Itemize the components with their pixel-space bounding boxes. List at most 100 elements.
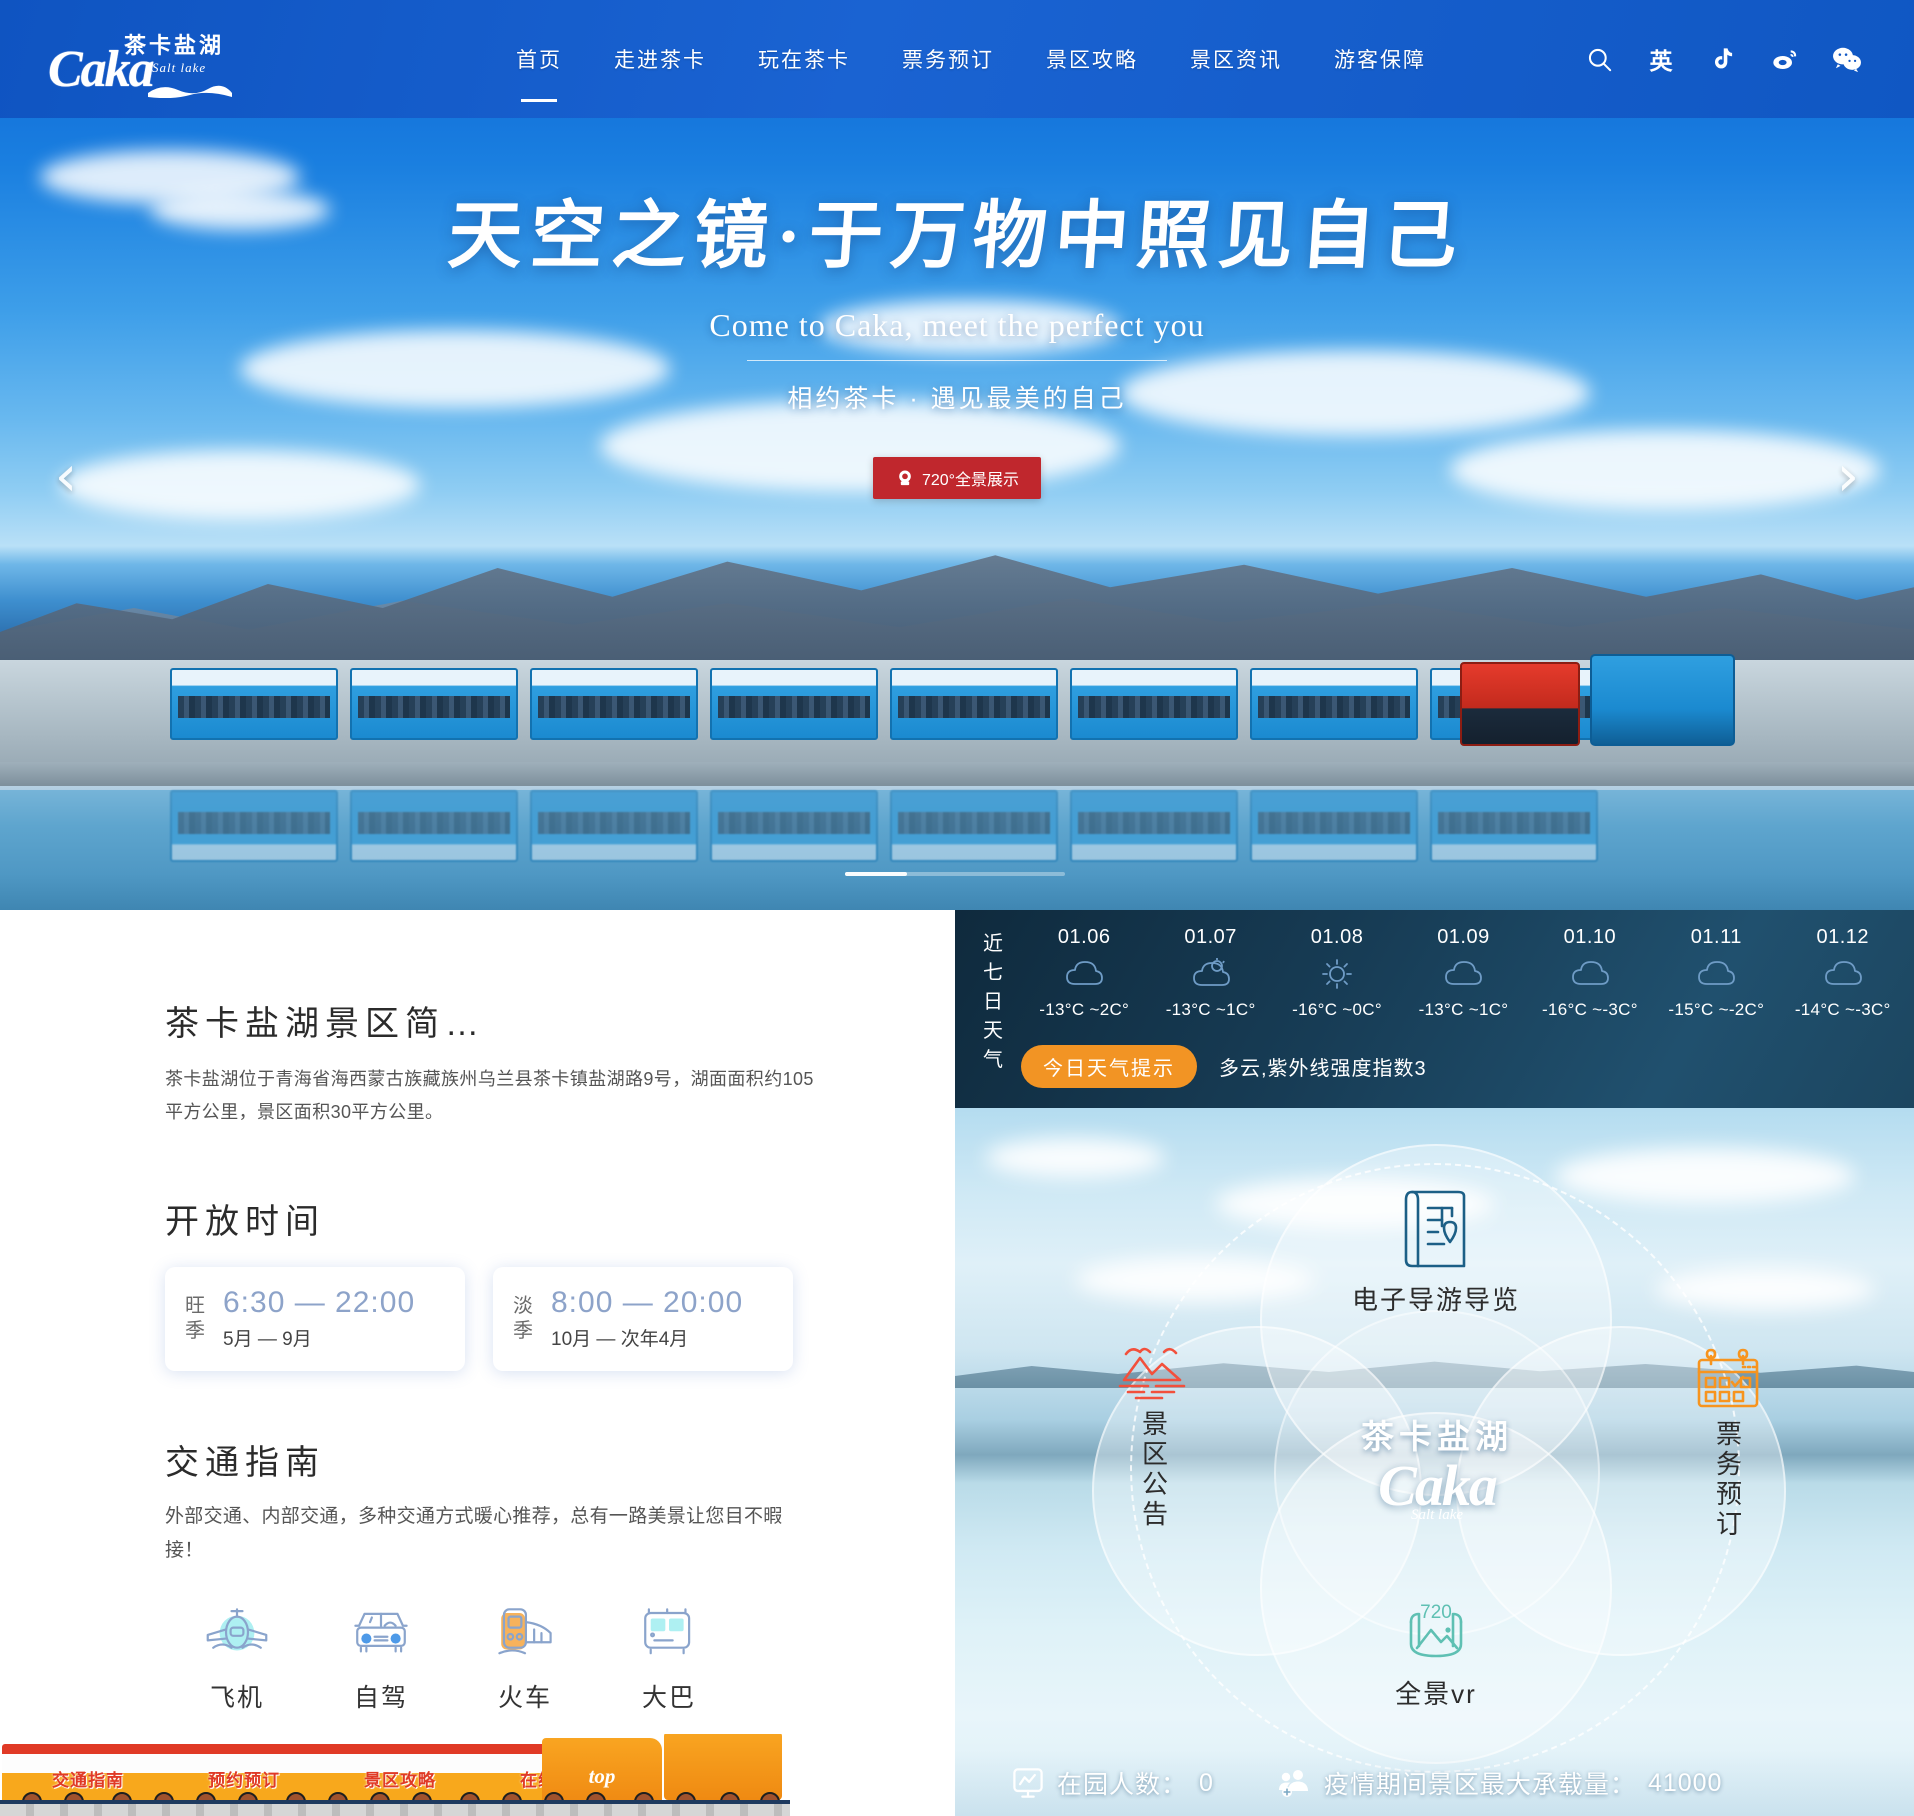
weather-day-list: 01.06 -13°C ~2C° 01.07 -13°C ~1C° 01.08 … — [1021, 926, 1906, 1020]
logo-english-text: Salt lake — [152, 60, 207, 75]
transport-mode-bus[interactable]: 大巴 — [597, 1602, 741, 1714]
center-logo-en: Salt lake — [1410, 1507, 1464, 1523]
traffic-description: 外部交通、内部交通，多种交通方式暖心推荐，总有一路美景让您目不暇接！ — [165, 1505, 783, 1561]
weather-date: 01.07 — [1184, 926, 1237, 948]
cloudy-icon — [1824, 961, 1862, 985]
carousel-progress[interactable] — [845, 872, 1065, 876]
opening-hours-card-peak: 旺季 6:30 — 22:00 5月 — 9月 — [165, 1266, 465, 1371]
opening-hours-list: 旺季 6:30 — 22:00 5月 — 9月 淡季 8:00 — 20:00 … — [165, 1266, 955, 1371]
nav-item-guide[interactable]: 景区攻略 — [1020, 44, 1164, 74]
nav-item-tickets[interactable]: 票务预订 — [876, 44, 1020, 74]
menu-label-ticket: 票务预订 — [1712, 1420, 1743, 1540]
season-label-peak: 旺季 — [185, 1294, 206, 1342]
nav-item-play[interactable]: 玩在茶卡 — [732, 44, 876, 74]
feature-circle-menu: 茶卡盐湖 Caka Salt lake 电子导游导览 景区公告 票务预订 720… — [1092, 1144, 1786, 1778]
weather-day: 01.09 -13°C ~1C° — [1400, 926, 1526, 1020]
vr-panorama-button[interactable]: 720°全景展示 — [873, 457, 1041, 499]
site-logo[interactable]: Caka 茶卡盐湖 Salt lake — [48, 18, 232, 98]
cloudy-icon — [1066, 961, 1104, 985]
weather-day: 01.10 -16°C ~-3C° — [1527, 926, 1653, 1020]
status-bar: 在园人数： 0 疫情期间景区最大承载量： 41000 — [955, 1750, 1914, 1816]
weather-day: 01.11 -15°C ~-2C° — [1653, 926, 1779, 1020]
transport-mode-train[interactable]: 火车 — [453, 1602, 597, 1714]
traffic-title: 交通指南 — [165, 1443, 325, 1482]
transport-mode-car[interactable]: 自驾 — [309, 1602, 453, 1714]
menu-label-notice: 景区公告 — [1138, 1410, 1169, 1530]
menu-label-e-guide: 电子导游导览 — [1351, 1285, 1520, 1315]
weather-temp: -14°C ~-3C° — [1794, 1000, 1891, 1019]
weather-date: 01.09 — [1437, 926, 1490, 948]
opening-hours-title: 开放时间 — [165, 1202, 325, 1241]
menu-item-vr[interactable]: 720 全景vr — [1316, 1600, 1556, 1711]
transport-label-car: 自驾 — [353, 1683, 408, 1712]
weather-temp: -15°C ~-2C° — [1668, 1000, 1765, 1019]
capacity-value: 41000 — [1647, 1768, 1723, 1797]
quicknav-traffic[interactable]: 交通指南 — [2, 1766, 174, 1791]
menu-item-e-guide[interactable]: 电子导游导览 — [1286, 1186, 1586, 1317]
logo-chinese-text: 茶卡盐湖 — [124, 33, 225, 58]
weather-temp: -13°C ~1C° — [1418, 1000, 1509, 1019]
weather-tip-text: 多云,紫外线强度指数3 — [1219, 1058, 1427, 1080]
douyin-icon[interactable] — [1708, 44, 1738, 74]
plane-icon — [206, 1608, 268, 1651]
carousel-next-arrow[interactable]: › — [1826, 440, 1870, 514]
season-label-off: 淡季 — [513, 1294, 534, 1342]
sunny-icon — [1322, 959, 1352, 989]
intro-description: 茶卡盐湖位于青海省海西蒙古族藏族州乌兰县茶卡镇盐湖路9号，湖面面积约105平方公… — [165, 1069, 814, 1123]
camera-icon — [899, 470, 911, 486]
weather-day: 01.08 -16°C ~0C° — [1274, 926, 1400, 1020]
bus-icon — [644, 1608, 691, 1655]
carousel-prev-arrow[interactable]: ‹ — [44, 440, 88, 514]
weather-date: 01.08 — [1310, 926, 1364, 948]
cloudy-icon — [1698, 961, 1736, 985]
weather-date: 01.11 — [1690, 926, 1742, 948]
nav-item-home[interactable]: 首页 — [490, 44, 588, 74]
intro-panel: 茶卡盐湖景区简… 茶卡盐湖位于青海省海西蒙古族藏族州乌兰县茶卡镇盐湖路9号，湖面… — [0, 910, 955, 1816]
menu-item-notice[interactable]: 景区公告 — [1080, 1342, 1228, 1530]
menu-item-ticket[interactable]: 票务预订 — [1654, 1348, 1802, 1540]
hero-title: 天空之镜·于万物中照见自己 — [445, 196, 1468, 278]
transport-label-train: 火车 — [497, 1683, 552, 1712]
transport-label-bus: 大巴 — [641, 1683, 696, 1712]
nav-item-news[interactable]: 景区资讯 — [1164, 44, 1308, 74]
language-icon[interactable]: 英 — [1646, 44, 1676, 74]
visitor-count-label: 在园人数： — [1057, 1771, 1188, 1799]
train-track — [0, 1800, 790, 1816]
weather-tip-row: 今日天气提示 多云,紫外线强度指数3 — [1021, 1045, 1427, 1088]
weather-temp: -16°C ~-3C° — [1542, 1000, 1638, 1019]
right-panel: 近七日天气 01.06 -13°C ~2C° 01.07 -13°C ~1C° … — [955, 910, 1914, 1816]
wave-icon — [148, 85, 232, 98]
train-reflection — [170, 790, 1770, 862]
weather-date: 01.06 — [1057, 926, 1111, 948]
people-capacity-icon — [1278, 1770, 1308, 1797]
hero-subtitle-cn: 相约茶卡 · 遇见最美的自己 — [787, 385, 1127, 413]
transport-mode-plane[interactable]: 飞机 — [165, 1602, 309, 1714]
wechat-icon[interactable] — [1832, 44, 1862, 74]
visitor-count: 在园人数： 0 — [1011, 1765, 1214, 1801]
cloudy-icon — [1571, 961, 1609, 985]
capacity-label: 疫情期间景区最大承载量： — [1323, 1771, 1636, 1799]
weather-tip-button[interactable]: 今日天气提示 — [1021, 1045, 1197, 1088]
site-header: Caka 茶卡盐湖 Salt lake 首页 走进茶卡 玩在茶卡 票务预订 景区… — [0, 0, 1914, 118]
quicknav-booking[interactable]: 预约预订 — [158, 1766, 330, 1791]
car-icon — [354, 1612, 408, 1653]
hero-banner: 天空之镜·于万物中照见自己 Come to Caka, meet the per… — [0, 0, 1914, 910]
transport-modes: 飞机 自驾 火车 大巴 — [165, 1602, 955, 1714]
weather-day: 01.06 -13°C ~2C° — [1021, 926, 1147, 1020]
map-guide-icon — [1404, 1190, 1466, 1268]
hero-subtitle-en: Come to Caka, meet the perfect you — [709, 307, 1205, 343]
hours-months-peak: 5月 — 9月 — [223, 1329, 312, 1351]
weather-side-label: 近七日天气 — [983, 933, 1003, 1071]
carousel-progress-fill — [845, 872, 907, 876]
nav-item-about[interactable]: 走进茶卡 — [588, 44, 732, 74]
sightseeing-train — [170, 654, 1770, 750]
weather-date: 01.12 — [1816, 926, 1870, 948]
weibo-icon[interactable] — [1770, 44, 1800, 74]
search-icon[interactable] — [1584, 44, 1614, 74]
hours-time-peak: 6:30 — 22:00 — [223, 1286, 416, 1320]
transport-label-plane: 飞机 — [209, 1683, 264, 1712]
quicknav-strategy[interactable]: 景区攻略 — [314, 1766, 486, 1791]
hours-time-off: 8:00 — 20:00 — [551, 1286, 744, 1320]
nav-item-assurance[interactable]: 游客保障 — [1308, 44, 1452, 74]
weather-date: 01.10 — [1563, 926, 1617, 948]
